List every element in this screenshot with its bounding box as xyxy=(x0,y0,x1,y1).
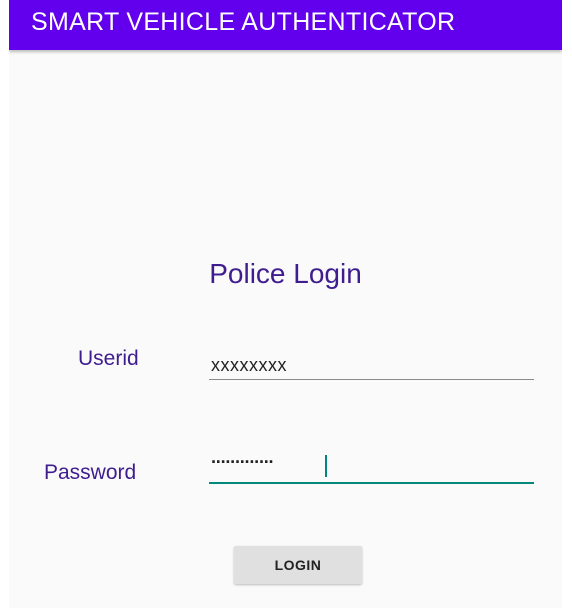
login-button[interactable]: LOGIN xyxy=(234,546,362,584)
password-label: Password xyxy=(44,461,137,484)
login-screen: SMART VEHICLE AUTHENTICATOR Police Login… xyxy=(9,0,562,608)
app-title: SMART VEHICLE AUTHENTICATOR xyxy=(31,8,456,36)
text-cursor xyxy=(325,455,327,477)
app-bar: SMART VEHICLE AUTHENTICATOR xyxy=(9,0,562,50)
password-value: ············· xyxy=(211,452,275,472)
page-title: Police Login xyxy=(209,258,362,289)
userid-field[interactable]: xxxxxxxx xyxy=(209,349,534,380)
password-field[interactable]: ············· xyxy=(209,452,534,484)
userid-label: Userid xyxy=(78,347,139,370)
userid-value: xxxxxxxx xyxy=(211,355,287,375)
